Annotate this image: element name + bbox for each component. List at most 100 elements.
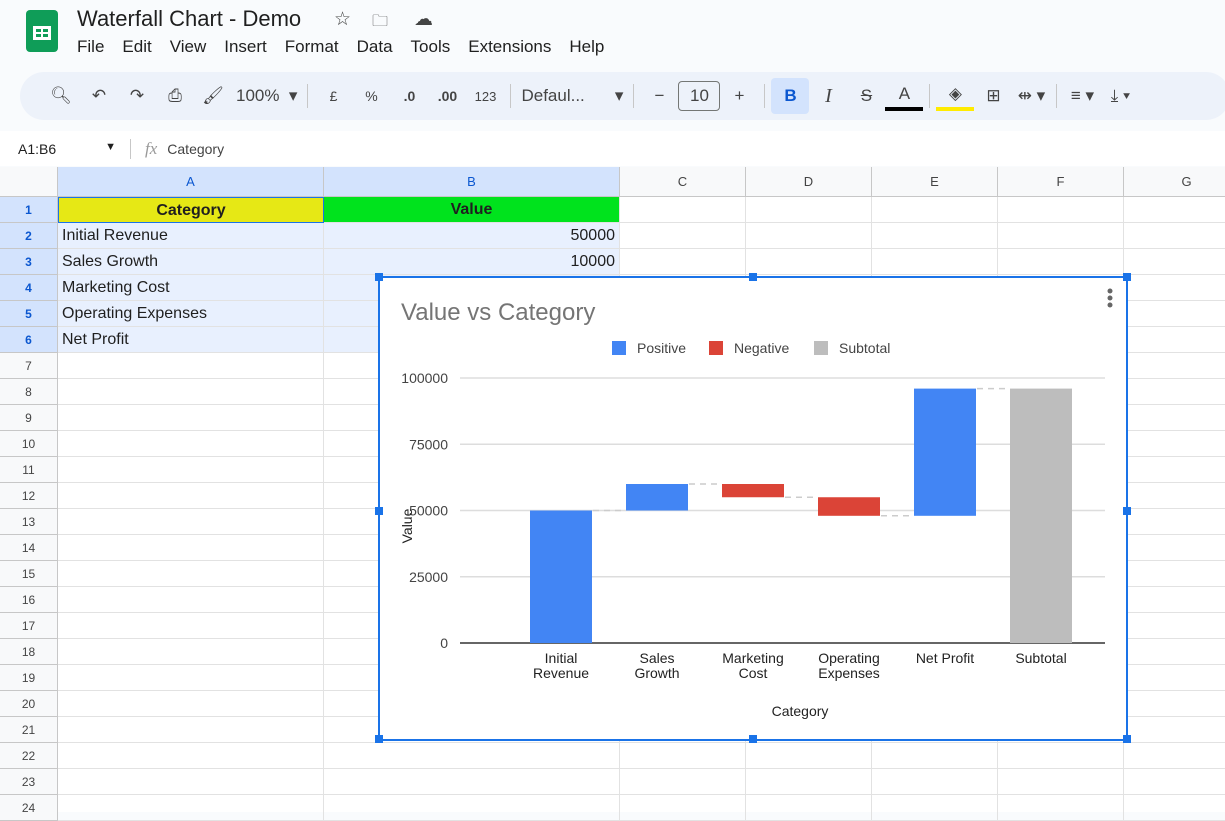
row-header-18[interactable]: 18 (0, 639, 58, 665)
cell-a5[interactable]: Operating Expenses (58, 301, 324, 327)
row-header-7[interactable]: 7 (0, 353, 58, 379)
cell-b1[interactable]: Value (324, 197, 620, 223)
vertical-align-icon[interactable]: ⤓ ▾ (1101, 78, 1139, 114)
menu-extensions[interactable]: Extensions (468, 37, 551, 57)
cell-c1[interactable] (620, 197, 746, 223)
percent-button[interactable]: % (352, 78, 390, 114)
row-header-1[interactable]: 1 (0, 197, 58, 223)
currency-button[interactable]: £ (314, 78, 352, 114)
increase-decimal-button[interactable]: .00 (428, 78, 466, 114)
cell-a11[interactable] (58, 457, 324, 483)
cell-g18[interactable] (1124, 639, 1225, 665)
cell-a23[interactable] (58, 769, 324, 795)
row-header-20[interactable]: 20 (0, 691, 58, 717)
cell-g16[interactable] (1124, 587, 1225, 613)
resize-handle[interactable] (1123, 273, 1131, 281)
search-icon[interactable]: 🔍︎ (42, 78, 80, 114)
cell-f3[interactable] (998, 249, 1124, 275)
italic-button[interactable]: I (809, 78, 847, 114)
strikethrough-button[interactable]: S (847, 78, 885, 114)
cell-g4[interactable] (1124, 275, 1225, 301)
cell-f22[interactable] (998, 743, 1124, 769)
row-header-15[interactable]: 15 (0, 561, 58, 587)
text-color-button[interactable]: A (885, 81, 924, 111)
font-select[interactable]: Defaul... ▾ (517, 78, 627, 114)
row-header-12[interactable]: 12 (0, 483, 58, 509)
row-header-11[interactable]: 11 (0, 457, 58, 483)
cell-a18[interactable] (58, 639, 324, 665)
cell-g11[interactable] (1124, 457, 1225, 483)
cell-b2[interactable]: 50000 (324, 223, 620, 249)
cell-a16[interactable] (58, 587, 324, 613)
cell-g14[interactable] (1124, 535, 1225, 561)
number-format-button[interactable]: 123 (466, 78, 504, 114)
cell-g23[interactable] (1124, 769, 1225, 795)
cell-a14[interactable] (58, 535, 324, 561)
cell-a1[interactable]: Category (58, 197, 324, 223)
cell-g2[interactable] (1124, 223, 1225, 249)
cell-c23[interactable] (620, 769, 746, 795)
row-header-5[interactable]: 5 (0, 301, 58, 327)
cell-c3[interactable] (620, 249, 746, 275)
formula-input[interactable]: Category (167, 141, 224, 157)
cell-g19[interactable] (1124, 665, 1225, 691)
resize-handle[interactable] (1123, 507, 1131, 515)
cell-e1[interactable] (872, 197, 998, 223)
cell-g15[interactable] (1124, 561, 1225, 587)
menu-insert[interactable]: Insert (224, 37, 267, 57)
cell-d1[interactable] (746, 197, 872, 223)
cell-f23[interactable] (998, 769, 1124, 795)
cell-g22[interactable] (1124, 743, 1225, 769)
cell-a4[interactable]: Marketing Cost (58, 275, 324, 301)
cell-c22[interactable] (620, 743, 746, 769)
fill-color-icon[interactable]: ◈ (936, 81, 975, 111)
cell-g17[interactable] (1124, 613, 1225, 639)
waterfall-chart[interactable]: Value vs Category Positive Negative Subtota… (375, 273, 1131, 743)
cell-g3[interactable] (1124, 249, 1225, 275)
cell-a7[interactable] (58, 353, 324, 379)
bold-button[interactable]: B (771, 78, 810, 114)
column-header-e[interactable]: E (872, 167, 998, 197)
document-title[interactable]: Waterfall Chart - Demo (77, 6, 301, 32)
cell-a9[interactable] (58, 405, 324, 431)
cell-a10[interactable] (58, 431, 324, 457)
cell-g21[interactable] (1124, 717, 1225, 743)
cell-g6[interactable] (1124, 327, 1225, 353)
menu-data[interactable]: Data (357, 37, 393, 57)
decrease-font-size-button[interactable]: − (640, 78, 678, 114)
row-header-22[interactable]: 22 (0, 743, 58, 769)
cell-g12[interactable] (1124, 483, 1225, 509)
row-header-8[interactable]: 8 (0, 379, 58, 405)
cell-a12[interactable] (58, 483, 324, 509)
cell-a2[interactable]: Initial Revenue (58, 223, 324, 249)
column-header-b[interactable]: B (324, 167, 620, 197)
merge-cells-icon[interactable]: ⇹ ▾ (1012, 78, 1050, 114)
cell-g8[interactable] (1124, 379, 1225, 405)
select-all-corner[interactable] (0, 167, 58, 197)
cell-g1[interactable] (1124, 197, 1225, 223)
row-header-9[interactable]: 9 (0, 405, 58, 431)
row-header-16[interactable]: 16 (0, 587, 58, 613)
menu-help[interactable]: Help (569, 37, 604, 57)
cell-d22[interactable] (746, 743, 872, 769)
resize-handle[interactable] (375, 507, 383, 515)
menu-tools[interactable]: Tools (411, 37, 451, 57)
print-icon[interactable]: ⎙ (156, 78, 194, 114)
resize-handle[interactable] (1123, 735, 1131, 743)
cell-e24[interactable] (872, 795, 998, 821)
row-header-17[interactable]: 17 (0, 613, 58, 639)
cell-g9[interactable] (1124, 405, 1225, 431)
name-box[interactable]: A1:B6 ▼ (0, 141, 130, 157)
cell-a22[interactable] (58, 743, 324, 769)
row-header-21[interactable]: 21 (0, 717, 58, 743)
cell-g24[interactable] (1124, 795, 1225, 821)
row-header-14[interactable]: 14 (0, 535, 58, 561)
cell-g20[interactable] (1124, 691, 1225, 717)
cell-d24[interactable] (746, 795, 872, 821)
increase-font-size-button[interactable]: + (720, 78, 758, 114)
cell-a21[interactable] (58, 717, 324, 743)
cell-a24[interactable] (58, 795, 324, 821)
cell-f24[interactable] (998, 795, 1124, 821)
menu-file[interactable]: File (77, 37, 104, 57)
cell-c2[interactable] (620, 223, 746, 249)
